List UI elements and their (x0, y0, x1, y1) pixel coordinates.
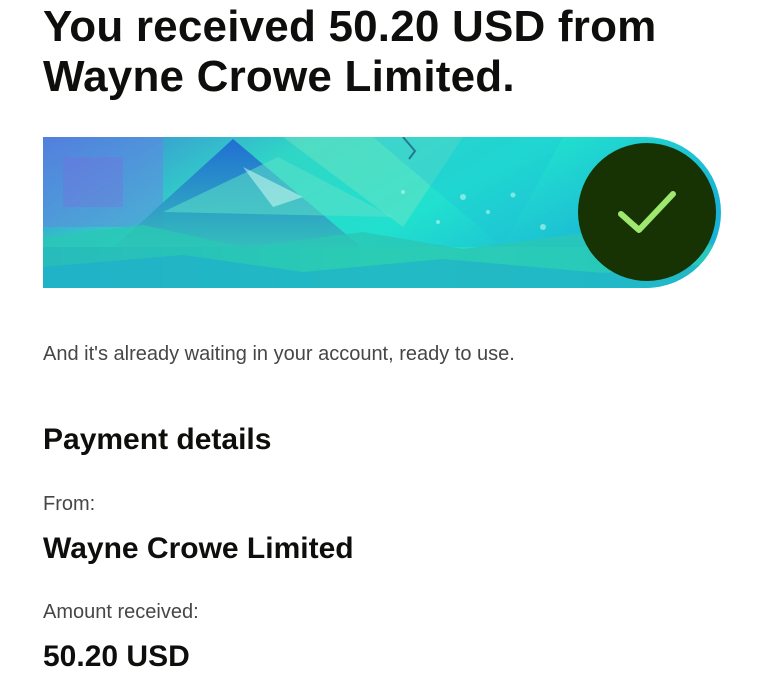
from-value: Wayne Crowe Limited (43, 532, 354, 565)
amount-value: 50.20 USD (43, 640, 190, 673)
from-label: From: (43, 493, 96, 515)
subtitle: And it's already waiting in your account… (43, 343, 515, 365)
success-badge (578, 143, 716, 281)
amount-label: Amount received: (43, 601, 199, 623)
headline: You received 50.20 USD from Wayne Crowe … (43, 2, 657, 101)
payment-details-title: Payment details (43, 423, 272, 456)
checkmark-icon (618, 191, 676, 233)
